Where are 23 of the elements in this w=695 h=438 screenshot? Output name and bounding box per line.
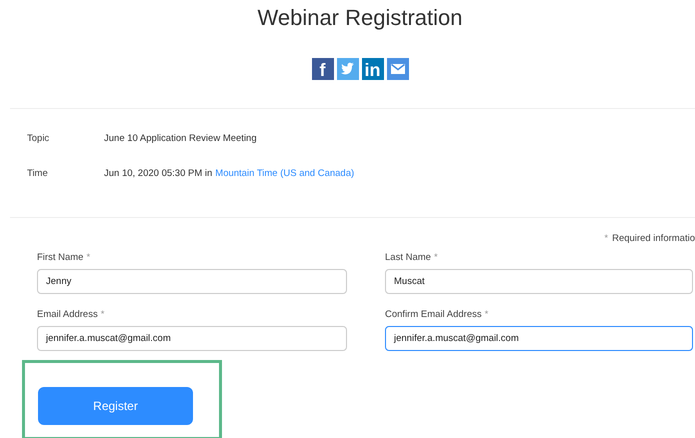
required-note: Required informatio: [612, 233, 695, 244]
input-field[interactable]: Muscat: [385, 269, 693, 294]
detail-value: June 10 Application Review Meeting: [104, 133, 257, 144]
envelope-share-icon[interactable]: [386, 58, 408, 80]
detail-label: Topic: [27, 133, 50, 144]
input-field[interactable]: Jenny: [37, 269, 347, 294]
input-field[interactable]: jennifer.a.muscat@gmail.com: [37, 326, 347, 351]
required-mark: *: [86, 252, 90, 263]
required-mark: *: [100, 309, 104, 320]
detail-label: Time: [27, 168, 49, 179]
required-mark: *: [604, 233, 608, 244]
field-label: First Name: [37, 252, 84, 263]
page-title: Webinar Registration: [256, 4, 464, 32]
field-label: Last Name: [385, 252, 431, 263]
bird-share-icon[interactable]: [336, 58, 358, 80]
detail-value: Jun 10, 2020 05:30 PM in: [104, 168, 212, 179]
facebook-share-button[interactable]: f: [312, 58, 334, 80]
input-field[interactable]: jennifer.a.muscat@gmail.com: [385, 326, 693, 351]
required-mark: *: [484, 309, 488, 320]
field-label: Confirm Email Address: [385, 309, 482, 320]
linkedin-share-button[interactable]: in: [362, 58, 384, 80]
field-label: Email Address: [37, 309, 98, 320]
required-mark: *: [434, 252, 438, 263]
